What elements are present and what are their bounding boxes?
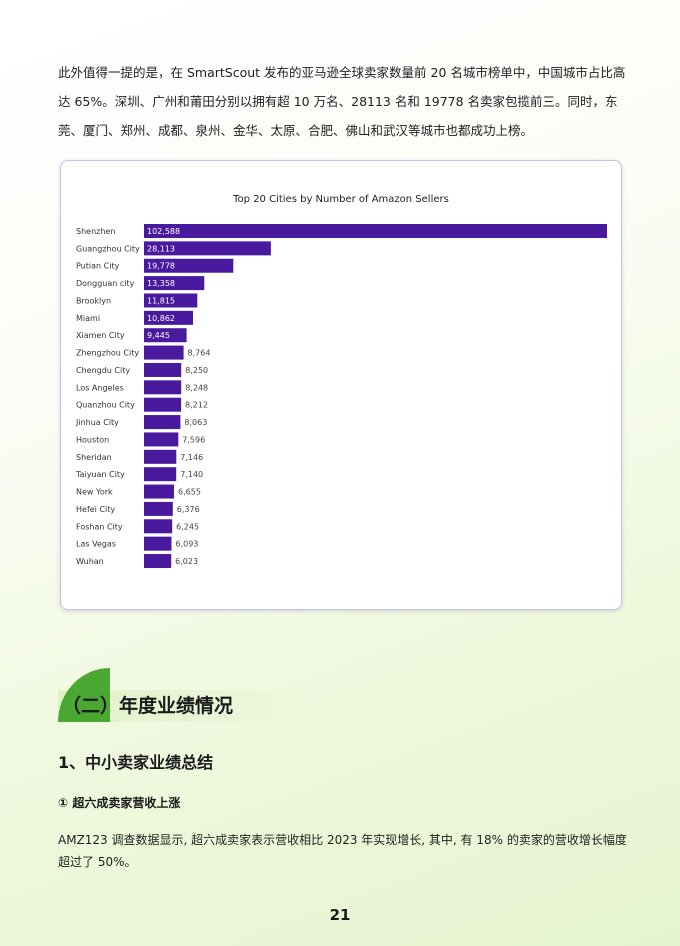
bar [144, 380, 182, 395]
bar [144, 484, 174, 499]
intro-paragraph: 此外值得一提的是，在 SmartScout 发布的亚马逊全球卖家数量前 20 名… [58, 65, 626, 138]
category-label: Shenzhen [76, 227, 115, 236]
category-label: Dongguan city [76, 279, 135, 288]
page-number: 21 [329, 906, 351, 924]
category-label: Quanzhou City [76, 401, 135, 410]
value-label: 19,778 [147, 262, 175, 271]
value-label: 6,376 [177, 505, 200, 514]
value-label: 8,063 [184, 418, 207, 427]
category-label: Houston [76, 435, 109, 444]
category-label: Foshan City [76, 522, 123, 531]
value-label: 7,140 [180, 470, 203, 479]
bar [144, 362, 182, 377]
value-label: 11,815 [147, 296, 175, 305]
category-label: Jinhua City [75, 418, 119, 427]
sub-heading: 1、中小卖家业绩总结 [58, 753, 214, 772]
category-label: Guangzhou City [76, 244, 140, 253]
bar [144, 397, 182, 412]
section-title: （二）年度业绩情况 [62, 695, 234, 717]
category-label: Xiamen City [76, 331, 125, 340]
bar [144, 432, 179, 447]
section-heading: （二）年度业绩情况 [58, 668, 308, 722]
bar [144, 467, 177, 482]
bar [144, 449, 177, 464]
value-label: 8,248 [185, 383, 208, 392]
category-label: Putian City [76, 262, 120, 271]
body-paragraph: AMZ123 调查数据显示, 超六成卖家表示营收相比 2023 年实现增长, 其… [58, 833, 627, 869]
bar-chart: Shenzhen 102,588 Guangzhou City 28,113 Putia… [75, 224, 607, 569]
category-label: Wuhan [76, 557, 104, 566]
point-heading: ① 超六成卖家营收上涨 [58, 796, 181, 810]
value-label: 8,212 [185, 401, 208, 410]
value-label: 102,588 [147, 227, 180, 236]
bar-chart-card: Top 20 Cities by Number of Amazon Seller… [60, 160, 622, 610]
category-label: Taiyuan City [75, 470, 125, 479]
bar [144, 536, 172, 551]
value-label: 6,023 [175, 557, 198, 566]
value-label: 6,245 [176, 522, 199, 531]
value-label: 6,655 [178, 488, 201, 497]
value-label: 6,093 [175, 540, 198, 549]
category-label: New York [76, 488, 113, 497]
bar [144, 554, 172, 569]
category-label: Hefei City [76, 505, 115, 514]
value-label: 9,445 [147, 331, 170, 340]
bar [144, 501, 173, 516]
category-label: Zhengzhou City [76, 349, 139, 358]
bar [144, 345, 184, 360]
value-label: 8,250 [185, 366, 208, 375]
bar [144, 519, 173, 534]
value-label: 28,113 [147, 244, 175, 253]
value-label: 7,146 [180, 453, 203, 462]
value-label: 8,764 [188, 349, 211, 358]
value-label: 13,358 [147, 279, 175, 288]
category-label: Miami [76, 314, 100, 323]
bar [144, 224, 607, 238]
category-label: Los Angeles [76, 383, 124, 392]
value-label: 10,862 [147, 314, 175, 323]
bar [144, 415, 181, 430]
category-label: Brooklyn [76, 296, 111, 305]
category-label: Chengdu City [76, 366, 130, 375]
value-label: 7,596 [182, 435, 205, 444]
category-label: Las Vegas [76, 540, 116, 549]
category-label: Sheridan [76, 453, 112, 462]
